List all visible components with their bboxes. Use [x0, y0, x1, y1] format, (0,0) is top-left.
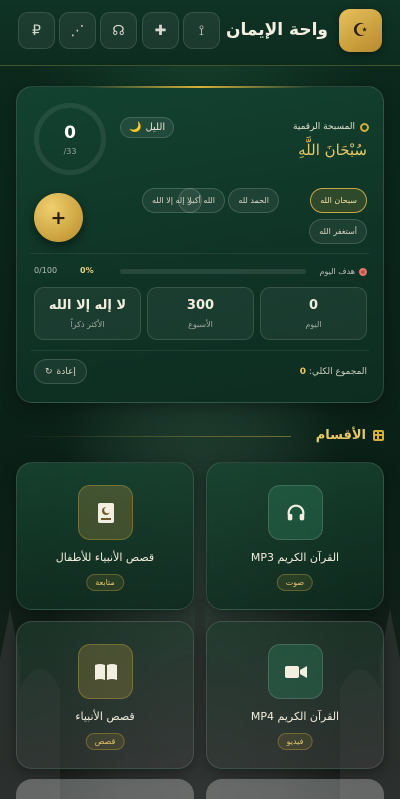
total-label: المجموع الكلي:: [308, 367, 367, 377]
tile-badge: متابعة: [86, 574, 124, 591]
daily-goal-progress: [120, 269, 306, 274]
tile-partial[interactable]: [16, 779, 194, 799]
app-title: واحة الإيمان: [225, 20, 328, 40]
chip-lailaha[interactable]: لا إله إلا الله: [142, 188, 202, 213]
tile-quran-mp4[interactable]: القرآن الكريم MP4 فيديو: [206, 621, 384, 769]
tasbih-label: المسبحة الرقمية: [293, 122, 369, 132]
share-icon[interactable]: ⋰: [59, 12, 96, 49]
card-divider: [31, 350, 369, 351]
reset-icon: ↻: [45, 366, 53, 377]
current-dhikr: سُبْحَانَ اللَّهِ: [298, 141, 367, 159]
period-badge[interactable]: 🌙 الليل: [120, 117, 175, 138]
tile-partial[interactable]: [206, 779, 384, 799]
card-divider: [31, 253, 369, 254]
reset-button[interactable]: ↻ إعادة: [34, 359, 87, 384]
card-accent-line: [87, 86, 313, 88]
sections-title: الأقسام: [315, 428, 366, 443]
tile-title: قصص الأنبياء: [75, 710, 135, 723]
tile-title: القرآن الكريم MP3: [250, 551, 340, 564]
reset-label: إعادة: [56, 366, 76, 377]
tile-title: قصص الأنبياء للأطفال: [55, 551, 155, 564]
stat-today-label: اليوم: [305, 320, 322, 329]
stat-today: 0 اليوم: [260, 287, 367, 340]
target-icon: [360, 122, 369, 132]
tasbih-label-text: المسبحة الرقمية: [293, 122, 355, 132]
video-camera-icon: [268, 644, 323, 699]
headset-icon[interactable]: ☊: [100, 12, 137, 49]
tile-badge: فيديو: [277, 733, 313, 750]
stat-most-label: الأكثر ذكراً: [70, 320, 105, 329]
broadcast-icon[interactable]: ⟟: [183, 12, 220, 49]
grid-icon: [373, 430, 384, 441]
tile-quran-mp3[interactable]: القرآن الكريم MP3 صوت: [206, 462, 384, 610]
counter-ring[interactable]: 0 /33: [34, 103, 106, 175]
tile-prophets-kids[interactable]: قصص الأنبياء للأطفال متابعة: [16, 462, 194, 610]
stat-week: 300 الأسبوع: [147, 287, 254, 340]
counter-value: 0: [64, 122, 76, 143]
app-header: ₽ ⋰ ☊ ✚ ⟟ واحة الإيمان ☪: [0, 0, 400, 66]
tile-prophets-stories[interactable]: قصص الأنبياء قصص: [16, 621, 194, 769]
book-crescent-icon: [78, 485, 133, 540]
stat-most-value: لا إله إلا الله: [48, 298, 127, 313]
tile-badge: قصص: [85, 733, 125, 750]
chip-subhanallah[interactable]: سبحان الله: [310, 188, 367, 213]
chip-alhamdulillah[interactable]: الحمد لله: [228, 188, 279, 213]
stat-most: لا إله إلا الله الأكثر ذكراً: [34, 287, 141, 340]
paypal-icon[interactable]: ₽: [18, 12, 55, 49]
daily-goal-text: هدف اليوم: [319, 267, 355, 276]
stat-week-label: الأسبوع: [188, 320, 213, 329]
headphones-icon: [268, 485, 323, 540]
counter-target: /33: [63, 146, 77, 156]
tile-badge: صوت: [276, 574, 314, 591]
crescent-star-icon[interactable]: ☪: [339, 9, 382, 52]
total-value: 0: [299, 367, 307, 377]
sections-heading: الأقسام: [316, 428, 384, 443]
daily-goal-count: 0/100: [34, 266, 58, 275]
period-label: الليل: [145, 122, 166, 133]
increment-button[interactable]: +: [34, 193, 83, 242]
puzzle-icon[interactable]: ✚: [142, 12, 179, 49]
tile-title: القرآن الكريم MP4: [250, 710, 340, 723]
total-count: المجموع الكلي: 0: [300, 367, 367, 377]
sections-divider: [16, 436, 291, 437]
stat-week-value: 300: [186, 298, 215, 313]
goal-icon: [359, 267, 367, 276]
daily-goal-label: هدف اليوم: [320, 267, 367, 276]
daily-goal-percent: 0%: [80, 266, 94, 275]
open-book-icon: [78, 644, 133, 699]
chip-astaghfirullah[interactable]: أستغفر الله: [309, 219, 367, 244]
tasbih-card: 0 /33 🌙 الليل المسبحة الرقمية سُبْحَانَ …: [16, 86, 384, 403]
stat-today-value: 0: [308, 298, 319, 313]
moon-icon: 🌙: [129, 122, 142, 133]
